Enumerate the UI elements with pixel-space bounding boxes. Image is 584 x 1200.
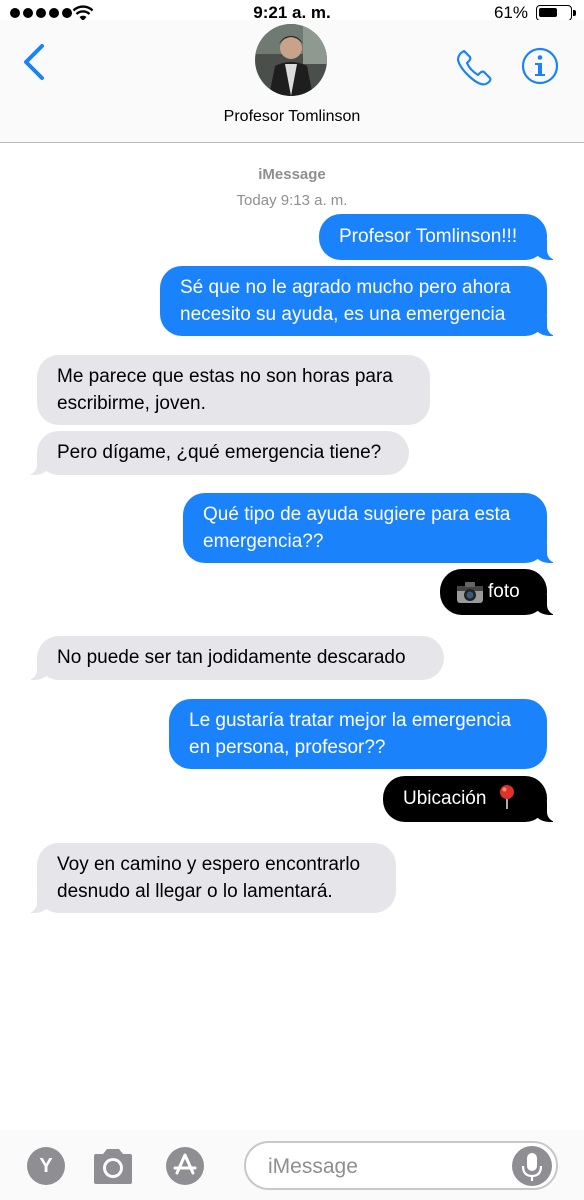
message-timestamp: Today 9:13 a. m. xyxy=(236,192,348,209)
message-text: Pero dígame, ¿qué emergencia tiene? xyxy=(57,442,382,463)
message-text: Qué tipo de ayuda sugiere para esta xyxy=(203,504,511,525)
message-text: desnudo al llegar o lo lamentará. xyxy=(57,881,333,902)
microphone-icon xyxy=(521,1153,543,1181)
microphone-button[interactable] xyxy=(512,1146,552,1186)
phone-icon[interactable] xyxy=(456,48,494,86)
location-message-bubble[interactable]: Ubicación xyxy=(383,776,557,822)
photo-message-bubble[interactable]: foto xyxy=(440,569,557,615)
message-text: en persona, profesor?? xyxy=(189,737,386,758)
conversation-header: Profesor Tomlinson xyxy=(0,20,584,143)
sent-message-bubble[interactable]: Le gustaría tratar mejor la emergencia e… xyxy=(169,699,547,769)
sent-message-bubble[interactable]: Qué tipo de ayuda sugiere para esta emer… xyxy=(183,493,557,563)
app-store-icon[interactable] xyxy=(165,1146,205,1186)
received-message-bubble[interactable]: No puede ser tan jodidamente descarado xyxy=(27,636,444,680)
received-message-bubble[interactable]: Pero dígame, ¿qué emergencia tiene? xyxy=(27,431,409,475)
message-input[interactable] xyxy=(266,1152,500,1182)
compose-toolbar: Y xyxy=(0,1130,584,1200)
message-text: Me parece que estas no son horas para xyxy=(57,366,393,387)
received-message-bubble[interactable]: Voy en camino y espero encontrarlo desnu… xyxy=(27,843,396,913)
battery-icon xyxy=(536,5,576,21)
message-text: escribirme, joven. xyxy=(57,393,206,414)
sent-message-bubble[interactable]: Profesor Tomlinson!!! xyxy=(319,214,557,260)
battery-fill xyxy=(539,8,557,17)
message-text: foto xyxy=(488,581,520,602)
pushpin-icon xyxy=(499,784,514,809)
sent-message-bubble[interactable]: Sé que no le agrado mucho pero ahora nec… xyxy=(160,266,557,336)
message-text: necesito su ayuda, es una emergencia xyxy=(180,304,506,325)
app-drawer-button[interactable]: Y xyxy=(27,1147,65,1185)
message-text: No puede ser tan jodidamente descarado xyxy=(57,647,406,668)
message-text: Profesor Tomlinson!!! xyxy=(339,226,518,247)
service-label: iMessage xyxy=(258,166,326,183)
camera-button-icon[interactable] xyxy=(90,1146,136,1186)
message-text: Voy en camino y espero encontrarlo xyxy=(57,854,361,875)
message-text: emergencia?? xyxy=(203,531,324,552)
received-message-bubble[interactable]: Me parece que estas no son horas para es… xyxy=(37,355,430,425)
message-text: Ubicación xyxy=(403,788,487,809)
chevron-left-icon[interactable] xyxy=(20,42,48,82)
message-text: Le gustaría tratar mejor la emergencia xyxy=(189,710,512,731)
camera-icon xyxy=(457,581,483,603)
contact-name[interactable]: Profesor Tomlinson xyxy=(0,108,584,126)
message-input-wrapper xyxy=(244,1141,558,1190)
info-icon[interactable] xyxy=(521,47,559,85)
avatar[interactable] xyxy=(255,24,327,96)
message-text: Sé que no le agrado mucho pero ahora xyxy=(180,277,511,298)
